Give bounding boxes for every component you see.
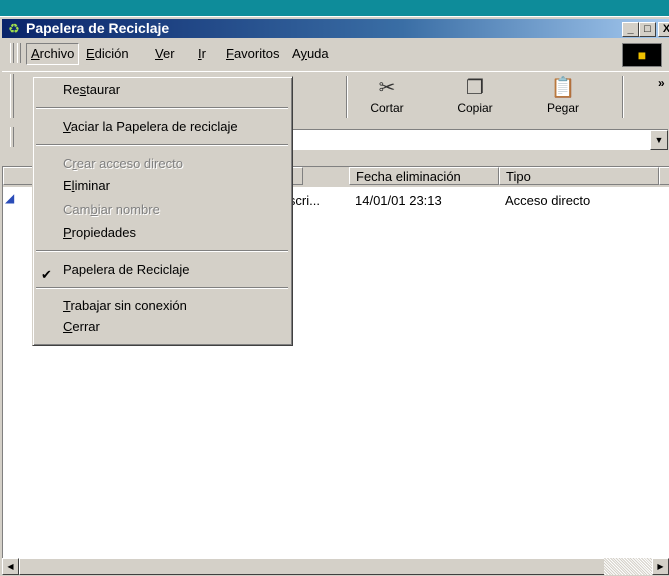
scroll-thumb[interactable]	[19, 558, 605, 575]
menu-separator-3	[36, 250, 288, 252]
menu-ayuda[interactable]: Ayuda	[292, 46, 329, 62]
copy-label: Copiar	[457, 101, 493, 115]
menu-archivo[interactable]: Archivo	[26, 43, 80, 65]
menu-crear-acceso-directo: Crear acceso directo	[63, 156, 183, 171]
menu-separator	[36, 107, 288, 109]
maximize-button[interactable]: □	[639, 22, 656, 37]
address-dropdown-button[interactable]: ▼	[650, 130, 668, 150]
column-header-tipo[interactable]: Tipo	[499, 167, 659, 185]
menu-cambiar-nombre: Cambiar nombre	[63, 202, 160, 217]
copy-button[interactable]: ❐ Copiar	[440, 76, 510, 120]
archivo-dropdown-menu: Restaurar Vaciar la Papelera de reciclaj…	[32, 76, 293, 346]
menu-ir[interactable]: Ir	[198, 46, 206, 62]
toolbar-separator	[346, 76, 348, 118]
checkmark-icon: ✔	[41, 267, 52, 282]
cut-label: Cortar	[370, 101, 404, 115]
horizontal-scrollbar[interactable]: ◀ ▶	[2, 558, 669, 575]
menu-separator-4	[36, 287, 288, 289]
menu-trabajar-sin-conexion[interactable]: Trabajar sin conexión	[63, 298, 187, 314]
row-type[interactable]: Acceso directo	[505, 193, 590, 209]
toolbar-separator-2	[622, 76, 624, 118]
scroll-track[interactable]	[604, 558, 654, 575]
menu-papelera-de-reciclaje[interactable]: Papelera de Reciclaje	[63, 262, 189, 278]
column-header-extra[interactable]	[659, 167, 669, 185]
windows-logo-icon: ■	[622, 43, 662, 67]
menu-separator-2	[36, 144, 288, 146]
paste-button[interactable]: 📋 Pegar	[528, 76, 598, 120]
menu-favoritos[interactable]: Favoritos	[226, 46, 279, 62]
menu-vaciar-papelera[interactable]: Vaciar la Papelera de reciclaje	[63, 119, 238, 135]
toolbar-grip[interactable]	[10, 74, 14, 118]
menu-bar: Archivo Edición Ver Ir Favoritos Ayuda ■	[2, 41, 669, 67]
close-button[interactable]: X	[658, 22, 669, 37]
desktop-strip	[0, 0, 669, 16]
scroll-left-button[interactable]: ◀	[2, 558, 19, 575]
scroll-right-button[interactable]: ▶	[652, 558, 669, 575]
menu-ver[interactable]: Ver	[155, 46, 175, 62]
address-input[interactable]: ▼	[285, 129, 668, 150]
column-header-fecha-eliminacion[interactable]: Fecha eliminación	[349, 167, 499, 185]
cut-button[interactable]: ✂ Cortar	[352, 76, 422, 120]
shortcut-file-icon[interactable]: ◢	[5, 191, 17, 205]
menu-eliminar[interactable]: Eliminar	[63, 178, 110, 194]
menubar-grip-2	[17, 43, 21, 63]
title-bar[interactable]: ♻ Papelera de Reciclaje _ □ X	[2, 19, 669, 38]
menu-restaurar[interactable]: Restaurar	[63, 82, 120, 98]
recycle-bin-icon: ♻	[8, 21, 20, 36]
minimize-button[interactable]: _	[622, 22, 639, 37]
paste-label: Pegar	[546, 101, 580, 115]
toolbar-more-chevron-icon[interactable]: »	[658, 76, 665, 90]
row-deleted-date[interactable]: 14/01/01 23:13	[355, 193, 442, 209]
menubar-grip[interactable]	[10, 43, 14, 63]
addressbar-grip[interactable]	[10, 127, 14, 147]
scissors-icon: ✂	[378, 77, 396, 99]
paste-icon: 📋	[550, 77, 576, 99]
window-title: Papelera de Reciclaje	[26, 20, 170, 36]
menu-cerrar[interactable]: Cerrar	[63, 319, 100, 335]
copy-icon: ❐	[466, 77, 484, 99]
menu-propiedades[interactable]: Propiedades	[63, 225, 136, 241]
menu-edicion[interactable]: Edición	[86, 46, 129, 62]
